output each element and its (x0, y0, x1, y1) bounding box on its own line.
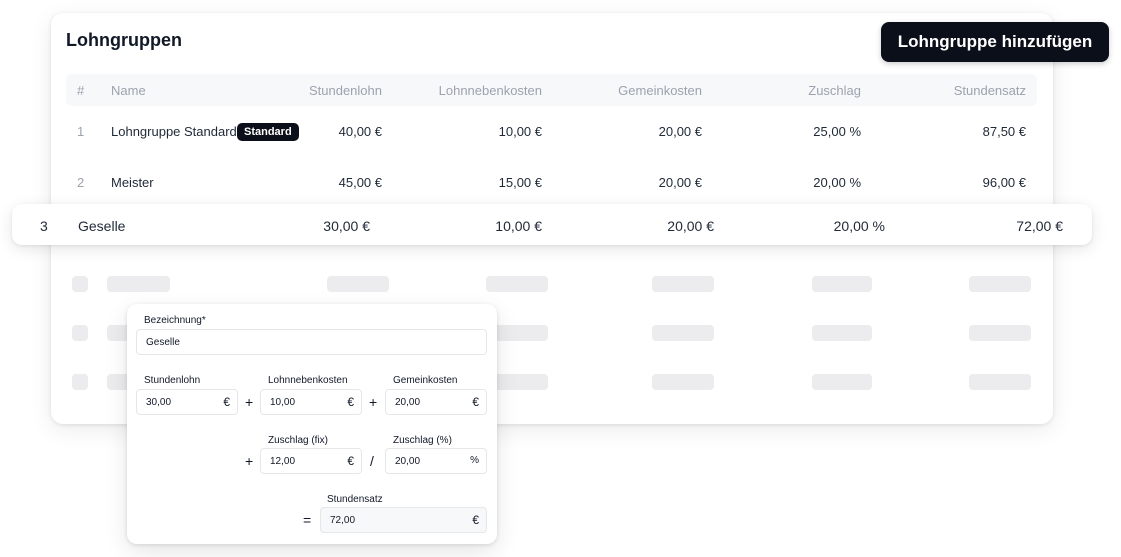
stundensatz-label: Stundensatz (327, 494, 383, 505)
row-stundenlohn: 40,00 € (338, 124, 382, 139)
row-stundenlohn: 30,00 € (323, 218, 370, 234)
skeleton-placeholder (812, 374, 872, 390)
euro-icon: € (472, 513, 479, 527)
row-gemeinkosten: 20,00 € (667, 218, 714, 234)
column-header-lohnnebenkosten: Lohnnebenkosten (438, 83, 542, 98)
bezeichnung-label: Bezeichnung* (144, 315, 206, 326)
zuschlag-fix-input[interactable] (270, 449, 340, 473)
row-number: 1 (77, 124, 85, 139)
plus-operator: + (245, 394, 254, 410)
gemeinkosten-input[interactable] (395, 390, 465, 414)
row-name: Meister (111, 175, 154, 190)
lohnnebenkosten-input[interactable] (270, 390, 340, 414)
plus-operator: + (369, 394, 378, 410)
row-lohnnebenkosten: 15,00 € (498, 175, 542, 190)
row-zuschlag: 25,00 % (813, 124, 861, 139)
zuschlag-pct-field[interactable]: % (385, 448, 487, 474)
stundenlohn-input[interactable] (146, 390, 216, 414)
gemeinkosten-label: Gemeinkosten (393, 375, 458, 386)
euro-icon: € (472, 395, 479, 409)
column-header-name: Name (111, 83, 146, 98)
row-name: Lohngruppe Standard (111, 124, 237, 139)
skeleton-placeholder (486, 276, 548, 292)
divide-operator: / (370, 453, 374, 469)
euro-icon: € (347, 454, 354, 468)
zuschlag-fix-label: Zuschlag (fix) (268, 435, 329, 446)
page-title: Lohngruppen (66, 30, 182, 50)
percent-icon: % (470, 455, 479, 466)
row-stundensatz: 72,00 € (1016, 218, 1063, 234)
skeleton-placeholder (969, 276, 1031, 292)
skeleton-placeholder (652, 374, 714, 390)
skeleton-placeholder (652, 325, 714, 341)
row-number: 3 (40, 218, 48, 234)
row-stundensatz: 87,50 € (982, 124, 1026, 139)
stundenlohn-field[interactable]: € (136, 389, 238, 415)
row-gemeinkosten: 20,00 € (658, 175, 702, 190)
column-header-stundenlohn: Stundenlohn (308, 83, 382, 98)
table-header (66, 74, 1037, 106)
bezeichnung-input[interactable] (146, 330, 465, 354)
skeleton-placeholder (72, 276, 88, 292)
add-lohngruppe-button[interactable]: Lohngruppe hinzufügen (881, 22, 1109, 62)
row-zuschlag: 20,00 % (813, 175, 861, 190)
row-lohnnebenkosten: 10,00 € (495, 218, 542, 234)
gemeinkosten-field[interactable]: € (385, 389, 487, 415)
skeleton-placeholder (969, 325, 1031, 341)
row-number: 2 (77, 175, 85, 190)
zuschlag-pct-input[interactable] (395, 449, 465, 473)
equals-operator: = (303, 512, 312, 528)
skeleton-placeholder (812, 325, 872, 341)
skeleton-placeholder (969, 374, 1031, 390)
plus-operator: + (245, 453, 254, 469)
euro-icon: € (347, 395, 354, 409)
column-header-gemeinkosten: Gemeinkosten (618, 83, 702, 98)
row-zuschlag: 20,00 % (833, 218, 885, 234)
column-header-number: # (77, 83, 85, 98)
zuschlag-fix-field[interactable]: € (260, 448, 362, 474)
row-stundensatz: 96,00 € (982, 175, 1026, 190)
lohnnebenkosten-label: Lohnnebenkosten (268, 375, 348, 386)
row-stundenlohn: 45,00 € (338, 175, 382, 190)
column-header-zuschlag: Zuschlag (808, 83, 861, 98)
skeleton-placeholder (327, 276, 389, 292)
skeleton-placeholder (812, 276, 872, 292)
stundensatz-field: € (320, 507, 487, 533)
euro-icon: € (223, 395, 230, 409)
skeleton-placeholder (72, 325, 88, 341)
row-gemeinkosten: 20,00 € (658, 124, 702, 139)
skeleton-placeholder (652, 276, 714, 292)
stundensatz-output (330, 508, 465, 532)
lohnnebenkosten-field[interactable]: € (260, 389, 362, 415)
column-header-stundensatz: Stundensatz (953, 83, 1026, 98)
zuschlag-pct-label: Zuschlag (%) (393, 435, 452, 446)
bezeichnung-field[interactable] (136, 329, 487, 355)
skeleton-placeholder (107, 276, 170, 292)
stundenlohn-label: Stundenlohn (144, 375, 201, 386)
skeleton-placeholder (72, 374, 88, 390)
row-name: Geselle (78, 218, 126, 234)
table-row-selected[interactable] (12, 204, 1092, 245)
row-lohnnebenkosten: 10,00 € (498, 124, 542, 139)
